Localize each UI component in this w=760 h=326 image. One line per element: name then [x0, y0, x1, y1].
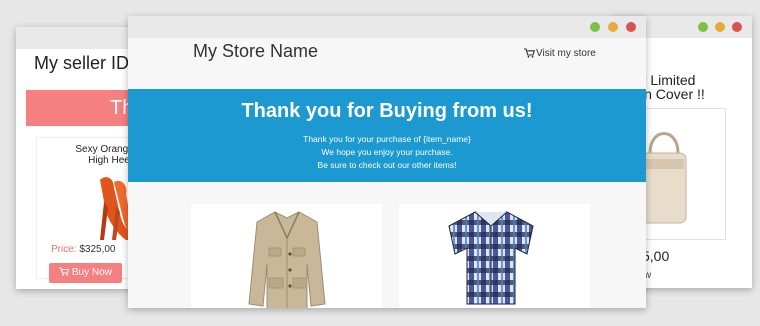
- thank-you-title: Thank you for Buying from us!: [241, 100, 533, 122]
- right-price: 5,00: [642, 248, 670, 264]
- buy-now-label: Buy Now: [71, 267, 112, 278]
- buy-now-button[interactable]: Buy Now: [49, 263, 122, 283]
- cart-icon: [59, 267, 70, 276]
- cart-icon: [524, 48, 535, 58]
- front-window-titlebar: [128, 16, 646, 38]
- left-price-label: Price:: [51, 244, 77, 255]
- plaid-shirt-image: [448, 211, 534, 305]
- maximize-dot-icon[interactable]: [698, 22, 708, 32]
- thank-you-line3: Be sure to check out our other items!: [317, 160, 457, 170]
- seller-id-heading: My seller ID: [34, 53, 130, 73]
- left-product-title-line2: High Hee: [88, 155, 130, 166]
- product-card[interactable]: [399, 204, 590, 308]
- maximize-dot-icon[interactable]: [590, 22, 600, 32]
- close-dot-icon[interactable]: [732, 22, 742, 32]
- thank-you-line2: We hope you enjoy your purchase.: [321, 147, 453, 157]
- minimize-dot-icon[interactable]: [715, 22, 725, 32]
- visit-store-label: Visit my store: [536, 48, 596, 59]
- thank-you-banner: Thank you for Buying from us! Thank you …: [128, 89, 646, 182]
- front-store-window: My Store Name Visit my store Thank you f…: [128, 16, 646, 308]
- minimize-dot-icon[interactable]: [608, 22, 618, 32]
- left-price: Price: $325,00: [51, 244, 116, 255]
- thank-you-line1: Thank you for your purchase of {item_nam…: [303, 134, 471, 144]
- left-price-value: $325,00: [79, 244, 116, 255]
- visit-store-link[interactable]: Visit my store: [524, 48, 596, 59]
- handbag-image: [641, 132, 687, 224]
- jacket-image: [248, 211, 326, 308]
- store-name: My Store Name: [193, 41, 319, 61]
- product-card[interactable]: [191, 204, 382, 308]
- close-dot-icon[interactable]: [626, 22, 636, 32]
